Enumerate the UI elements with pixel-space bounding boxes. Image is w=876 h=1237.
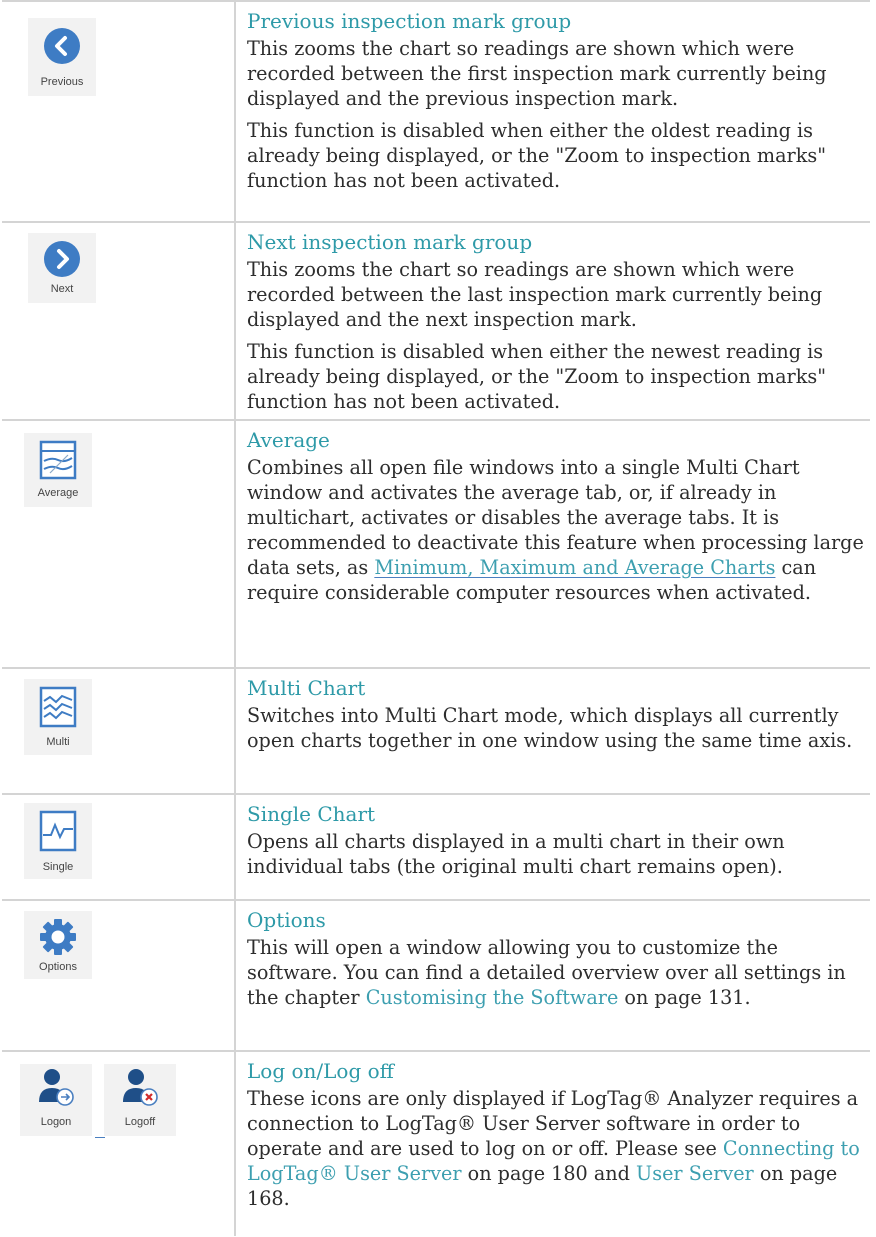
row-paragraph: Switches into Multi Chart mode, which di… xyxy=(247,704,853,752)
single-chart-button[interactable]: Single xyxy=(24,803,92,879)
row-paragraph: This function is disabled when either th… xyxy=(247,340,827,413)
logon-label: Logon xyxy=(40,1116,72,1128)
text-cell: Multi Chart Switches into Multi Chart mo… xyxy=(247,669,870,753)
icon-cell: Next xyxy=(2,223,234,419)
row-paragraph: This will open a window allowing you to … xyxy=(247,935,870,1010)
table-row-options: Options Options This will open a window … xyxy=(2,899,870,1050)
row-text: on page 131. xyxy=(618,986,751,1009)
table-row-previous: Previous Previous inspection mark group … xyxy=(2,0,870,221)
table-row-next: Next Next inspection mark group This zoo… xyxy=(2,221,870,419)
link-customising-software[interactable]: Customising the Software xyxy=(366,986,619,1009)
table-row-single: Single Single Chart Opens all charts dis… xyxy=(2,793,870,899)
single-chart-icon xyxy=(39,810,77,852)
row-paragraph: These icons are only displayed if LogTag… xyxy=(247,1086,870,1211)
row-title: Multi Chart xyxy=(247,676,366,700)
row-paragraph: This zooms the chart so readings are sho… xyxy=(247,258,823,331)
logon-user-icon xyxy=(39,1069,74,1106)
text-cell: Previous inspection mark group This zoom… xyxy=(247,2,870,193)
reference-table: Previous Previous inspection mark group … xyxy=(2,0,870,1236)
next-label: Next xyxy=(50,283,74,295)
next-button[interactable]: Next xyxy=(28,233,96,303)
link-min-max-average-charts[interactable]: Minimum, Maximum and Average Charts xyxy=(374,556,775,579)
table-row-multi: Multi Multi Chart Switches into Multi Ch… xyxy=(2,667,870,793)
logoff-user-icon xyxy=(123,1069,158,1106)
row-title: Options xyxy=(247,908,326,932)
table-row-average: Average Average Combines all open file w… xyxy=(2,419,870,667)
row-title: Previous inspection mark group xyxy=(247,9,572,33)
row-text: on page 180 and xyxy=(461,1162,637,1185)
icon-cell: Options xyxy=(2,901,234,1050)
link-user-server[interactable]: User Server xyxy=(636,1162,754,1185)
text-cell: Single Chart Opens all charts displayed … xyxy=(247,795,870,879)
text-cell: Log on/Log off These icons are only disp… xyxy=(247,1052,870,1211)
table-row-logon: Logon Logoff Log on/Log off These icons … xyxy=(2,1050,870,1236)
icon-cell: Average xyxy=(2,421,234,667)
text-cell: Next inspection mark group This zooms th… xyxy=(247,223,870,414)
icon-cell: Multi xyxy=(2,669,234,793)
multi-chart-icon xyxy=(39,686,77,728)
multi-chart-button[interactable]: Multi xyxy=(24,679,92,755)
previous-label: Previous xyxy=(40,76,84,88)
row-paragraph: This function is disabled when either th… xyxy=(247,119,827,192)
options-button[interactable]: Options xyxy=(24,911,92,979)
previous-button[interactable]: Previous xyxy=(28,18,96,96)
icon-cell: Single xyxy=(2,795,234,899)
previous-circle-icon xyxy=(44,28,80,64)
average-label: Average xyxy=(37,487,79,499)
logoff-label: Logoff xyxy=(124,1116,156,1128)
logoff-button[interactable]: Logoff xyxy=(104,1064,176,1136)
icon-cell: Previous xyxy=(2,2,234,221)
multi-label: Multi xyxy=(46,736,70,748)
gear-icon xyxy=(40,919,76,955)
row-paragraph: Opens all charts displayed in a multi ch… xyxy=(247,830,785,878)
row-paragraph: This zooms the chart so readings are sho… xyxy=(247,37,827,110)
link-underline xyxy=(95,1137,105,1138)
average-button[interactable]: Average xyxy=(24,433,92,507)
row-title: Next inspection mark group xyxy=(247,230,533,254)
text-cell: Options This will open a window allowing… xyxy=(247,901,870,1010)
row-title: Log on/Log off xyxy=(247,1059,394,1083)
icon-cell: Logon Logoff xyxy=(2,1052,234,1236)
text-cell: Average Combines all open file windows i… xyxy=(247,421,870,605)
logon-button[interactable]: Logon xyxy=(20,1064,92,1136)
row-paragraph: Combines all open file windows into a si… xyxy=(247,455,870,605)
single-label: Single xyxy=(42,861,74,873)
average-chart-icon xyxy=(39,440,77,480)
options-label: Options xyxy=(39,961,77,973)
row-title: Average xyxy=(247,428,330,452)
next-circle-icon xyxy=(44,241,80,277)
row-title: Single Chart xyxy=(247,802,376,826)
